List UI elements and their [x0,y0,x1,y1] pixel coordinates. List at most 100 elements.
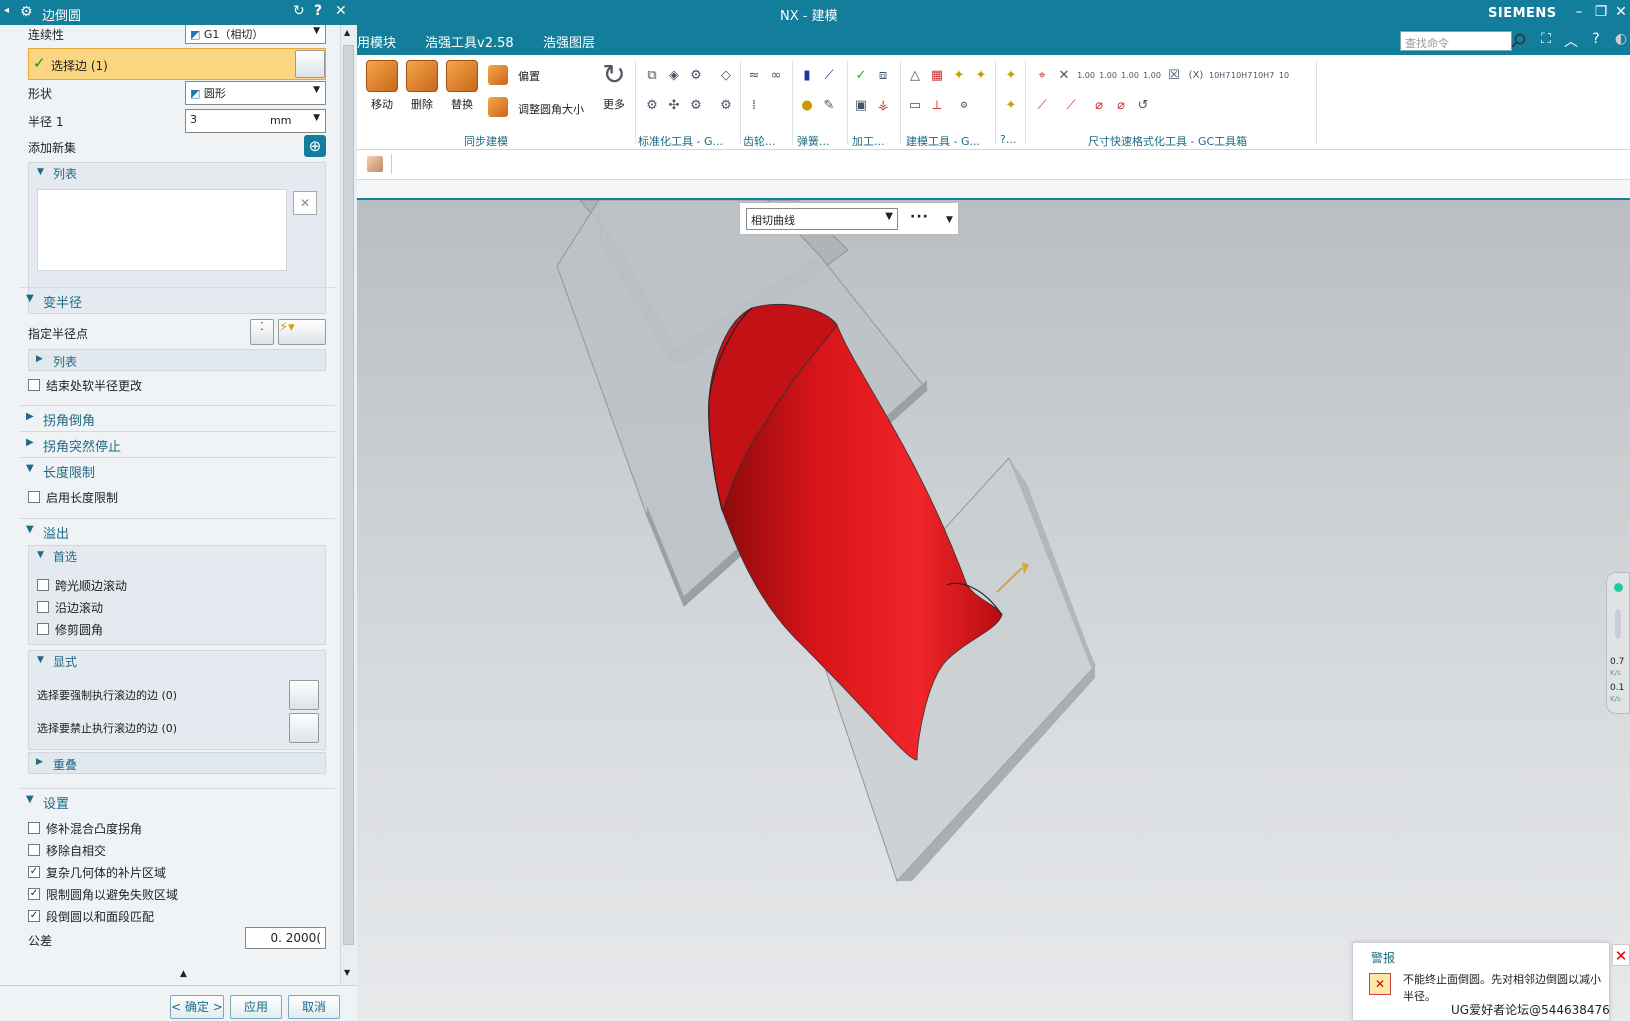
collapse-arrow-icon[interactable]: ▼ [37,550,44,560]
part-icon[interactable] [367,156,383,172]
dim-icon-3[interactable]: 1.00 [1099,67,1117,85]
spring-tool-icon-1[interactable]: ▮ [798,67,816,85]
scroll-up-icon[interactable]: ▲ [344,28,350,37]
ok-button[interactable]: < 确定 > [170,995,224,1019]
limit-blend-checkbox[interactable]: ✓ [28,888,40,900]
search-icon[interactable] [1510,33,1528,49]
machining-icon-4[interactable]: ⚶ [874,97,892,115]
gc-icon-1[interactable]: ✦ [1002,67,1020,85]
subsection-list[interactable]: ▶ 列表 [28,349,326,371]
dim-icon-2[interactable]: 1.00 [1077,67,1095,85]
patch-convexity-checkbox[interactable] [28,822,40,834]
section-corner-stop[interactable]: ▶ 拐角突然停止 [20,431,335,455]
group-label-machining[interactable]: 加工... [852,133,885,149]
tab-application[interactable]: 用模块 [357,32,396,51]
modeling-icon-3[interactable]: ✦ [972,67,990,85]
scroll-thumb[interactable] [343,45,354,945]
close-icon[interactable]: ✕ [335,3,347,19]
tolerance-input[interactable]: 0. 2000( [245,927,326,949]
collapse-ribbon-icon[interactable]: ︿ [1562,31,1580,50]
machining-icon-3[interactable]: ▣ [852,97,870,115]
std-tool-icon-3[interactable]: ⚙ [687,67,705,85]
reset-icon[interactable]: ↻ [293,3,305,19]
dim-box-icon[interactable]: ☒ [1165,67,1183,85]
dim-icon-9[interactable]: 10 [1275,67,1293,85]
machining-icon-2[interactable]: ⧈ [874,67,892,85]
gear-icon[interactable]: ⚙ [20,4,33,20]
dialog-scrollbar[interactable]: ▲ ▼ [340,25,357,985]
subsection-overlap[interactable]: ▶ 重叠 [28,752,326,774]
patch-complex-checkbox[interactable]: ✓ [28,866,40,878]
roll-on-edge-checkbox[interactable] [37,601,49,613]
close-icon[interactable]: ✕ [1612,3,1630,21]
restore-icon[interactable]: ❐ [1592,3,1610,21]
group-label-gear[interactable]: 齿轮... [743,133,776,149]
fullscreen-icon[interactable]: ⛶ [1537,31,1555,49]
std-tool-icon-5[interactable]: ⚙ [643,97,661,115]
add-set-icon[interactable]: ⊕ [304,135,326,157]
group-label-std[interactable]: 标准化工具 - G... [638,133,723,149]
section-variable-radius[interactable]: ▼ 变半径 [20,287,335,311]
curve-rule-dropdown[interactable]: 相切曲线 ▼ [746,208,898,230]
help-icon[interactable]: ? [314,3,322,19]
std-tool-icon-6[interactable]: ✣ [665,97,683,115]
edge-set-list[interactable] [37,189,287,271]
more-options-button[interactable]: ··· [910,209,929,225]
expand-arrow-icon[interactable]: ▼ [37,167,44,177]
std-tool-icon-8[interactable]: ⚙ [717,97,735,115]
model-view[interactable] [357,200,1630,1021]
tab-haoqiang-tools[interactable]: 浩强工具v2.58 [425,32,514,51]
inferred-point-icon[interactable]: ⚡▾ [278,319,326,345]
spring-tool-icon-3[interactable]: ● [798,97,816,115]
help-icon[interactable]: ? [1587,31,1605,49]
dim-icon-12[interactable]: ⌀ [1090,97,1108,115]
collapse-arrow-icon[interactable]: ◂ [4,5,9,16]
machining-icon-1[interactable]: ✓ [852,67,870,85]
remove-item-icon[interactable]: ✕ [293,191,317,215]
gear-tool-icon-1[interactable]: ≈ [745,67,763,85]
group-label-modeling[interactable]: 建模工具 - G... [906,133,980,149]
std-tool-icon-2[interactable]: ◈ [665,67,683,85]
dim-icon-8[interactable]: 10H7 [1253,67,1274,85]
dim-icon-10[interactable]: ⟋ [1033,97,1051,115]
forbid-roll-cube-icon[interactable] [289,713,319,743]
dim-icon-13[interactable]: ⌀ [1112,97,1130,115]
section-corner-setback[interactable]: ▶ 拐角倒角 [20,405,335,429]
delete-button[interactable]: 删除 [402,60,442,112]
dim-clear-icon[interactable]: ✕ [1055,67,1073,85]
gear-tool-icon-3[interactable]: ⁞ [745,97,763,115]
std-tool-icon-7[interactable]: ⚙ [687,97,705,115]
spring-tool-icon-2[interactable]: ⟋ [820,67,838,85]
section-length-limit[interactable]: ▼ 长度限制 [20,457,335,481]
dim-icon-4[interactable]: 1.00 [1121,67,1139,85]
trim-blend-checkbox[interactable] [37,623,49,635]
enable-length-limit-checkbox[interactable] [28,491,40,503]
undo-icon[interactable]: ↺ [1134,97,1152,115]
dim-icon-11[interactable]: ⟋ [1062,97,1080,115]
minimize-icon[interactable]: – [1570,3,1588,21]
options-icon[interactable]: ◐ [1612,31,1630,49]
modeling-icon-6[interactable]: ⚙ [955,97,973,115]
std-tool-icon-1[interactable]: ⧉ [643,67,661,85]
modeling-icon-5[interactable]: ⟂ [928,97,946,115]
apply-button[interactable]: 应用 [230,995,282,1019]
chevron-down-icon[interactable]: ▼ [946,215,953,225]
point-dialog-icon[interactable]: ⁚ [250,319,274,345]
smooth-radius-checkbox[interactable] [28,379,40,391]
select-edge-cube-icon[interactable] [295,50,325,78]
gc-icon-2[interactable]: ✦ [1002,97,1020,115]
triangle-icon[interactable]: △ [906,67,924,85]
offset-button[interactable]: 偏置 [488,65,588,87]
dim-icon-7[interactable]: 10H7 [1231,67,1252,85]
replace-button[interactable]: 替换 [442,60,482,112]
spring-tool-icon-4[interactable]: ✎ [820,97,838,115]
roll-over-smooth-checkbox[interactable] [37,579,49,591]
dim-paren-icon[interactable]: (X) [1187,67,1205,85]
close-alert-icon[interactable]: ✕ [1612,944,1630,966]
scroll-up-arrow-icon[interactable]: ▲ [180,969,187,979]
section-settings[interactable]: ▼ 设置 [20,788,335,812]
std-tool-icon-4[interactable]: ◇ [717,67,735,85]
select-edge-row[interactable]: ✓ 选择边 (1) [28,48,326,80]
shape-dropdown[interactable]: ◩ 圆形 ▼ [185,81,326,105]
gear-tool-icon-2[interactable]: ∞ [767,67,785,85]
